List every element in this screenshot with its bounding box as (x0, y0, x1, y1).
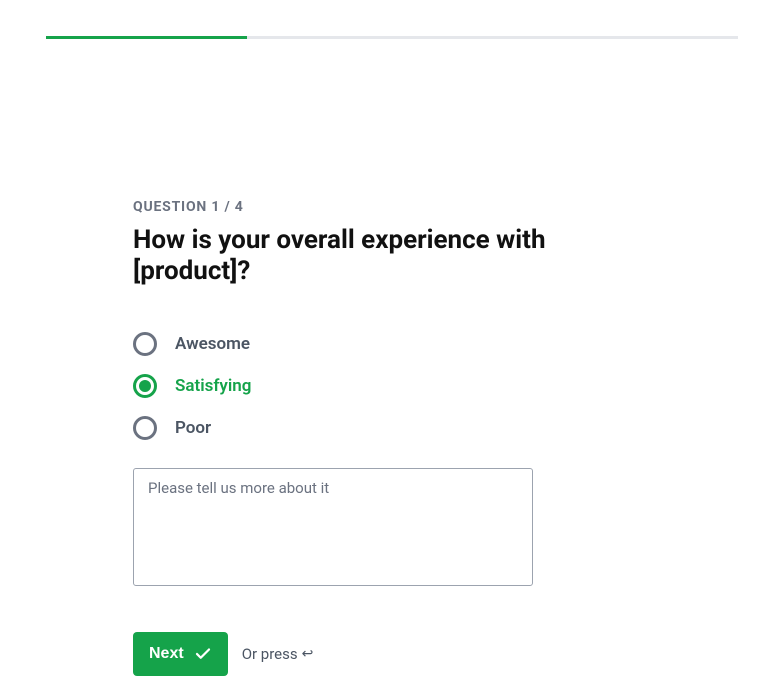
progress-fill (46, 36, 247, 39)
radio-icon (133, 416, 157, 440)
feedback-textarea[interactable] (133, 468, 533, 586)
question-title: How is your overall experience with [pro… (133, 225, 651, 287)
radio-label: Satisfying (175, 376, 251, 396)
check-icon (194, 645, 212, 663)
radio-option[interactable]: Poor (133, 416, 651, 440)
enter-key-icon: ↩ (302, 646, 314, 662)
radio-group: Awesome Satisfying Poor (133, 332, 651, 440)
radio-label: Poor (175, 418, 211, 438)
next-button[interactable]: Next (133, 632, 228, 676)
radio-icon (133, 374, 157, 398)
hint-text: Or press (242, 645, 298, 663)
progress-bar (46, 36, 738, 39)
radio-option[interactable]: Satisfying (133, 374, 651, 398)
radio-icon (133, 332, 157, 356)
radio-option[interactable]: Awesome (133, 332, 651, 356)
radio-label: Awesome (175, 334, 250, 354)
keyboard-hint: Or press ↩ (242, 645, 314, 663)
question-counter: QUESTION 1 / 4 (133, 199, 651, 215)
next-button-label: Next (149, 645, 184, 663)
